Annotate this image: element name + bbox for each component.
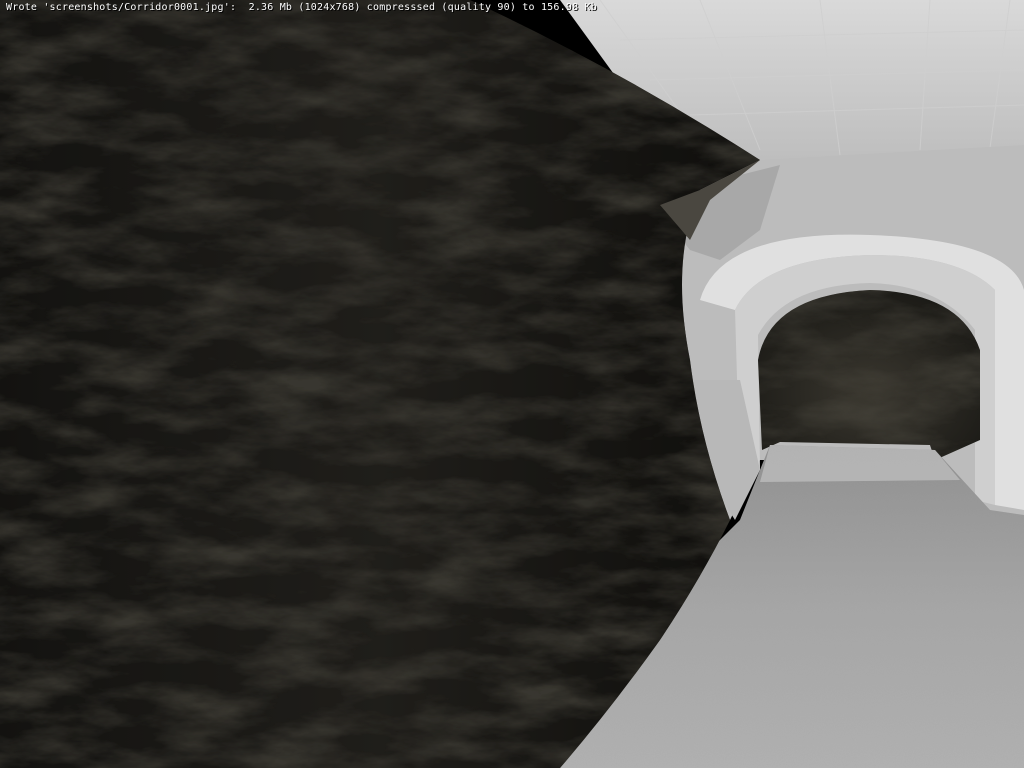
rock-wall [0, 0, 760, 768]
game-viewport [0, 0, 1024, 768]
console-message: Wrote 'screenshots/Corridor0001.jpg': 2.… [6, 2, 597, 13]
distant-rock [758, 290, 980, 460]
